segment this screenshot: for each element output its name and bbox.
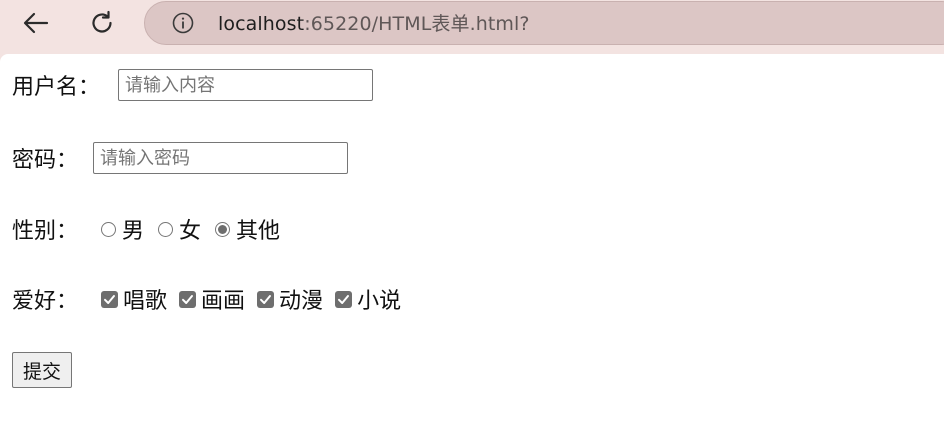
password-row: 密码： [12,142,349,174]
checkmark-icon [338,294,350,304]
hobby-option-label: 画画 [201,289,246,314]
address-bar[interactable]: localhost:65220/HTML表单.html? [144,1,944,45]
radio-female[interactable] [158,221,174,237]
gender-option-female[interactable]: 女 [158,213,201,245]
checkmark-icon [182,294,194,304]
radio-other[interactable] [215,221,231,237]
checkbox-singing[interactable] [101,290,119,308]
url-host: localhost [218,13,305,35]
hobby-label: 爱好： [12,289,79,314]
checkmark-icon [104,294,116,304]
gender-option-label: 男 [122,219,145,244]
hobby-row: 爱好： 唱歌 画画 动漫 小说 [12,283,401,315]
hobby-option-novel[interactable]: 小说 [335,283,401,315]
checkbox-novel[interactable] [335,290,353,308]
hobby-option-label: 小说 [357,289,402,314]
gender-option-label: 其他 [236,219,281,244]
hobby-option-drawing[interactable]: 画画 [179,283,245,315]
radio-male[interactable] [101,221,117,237]
username-input[interactable] [118,69,374,101]
hobby-option-label: 动漫 [279,289,324,314]
checkbox-drawing[interactable] [179,290,197,308]
page-viewport: 用户名： 密码： 性别： 男 女 其他 爱好： 唱歌 [0,54,944,447]
username-label: 用户名： [12,75,101,100]
url-text[interactable]: localhost:65220/HTML表单.html? [218,12,530,36]
gender-option-other[interactable]: 其他 [215,213,280,245]
hobby-option-label: 唱歌 [123,289,168,314]
password-label: 密码： [12,148,79,173]
reload-button[interactable] [83,4,121,42]
back-button[interactable] [17,4,55,42]
password-input[interactable] [93,142,349,174]
arrow-left-icon [23,12,49,34]
submit-button[interactable]: 提交 [12,352,73,388]
refresh-icon [92,10,112,33]
username-row: 用户名： [12,69,374,101]
browser-toolbar: localhost:65220/HTML表单.html? [0,0,944,54]
gender-label: 性别： [12,219,79,244]
url-path: :65220/HTML表单.html? [304,13,530,35]
info-icon[interactable] [172,12,194,34]
hobby-option-singing[interactable]: 唱歌 [101,283,167,315]
gender-row: 性别： 男 女 其他 [12,213,280,245]
gender-option-male[interactable]: 男 [101,213,144,245]
checkbox-anime[interactable] [257,290,275,308]
checkmark-icon [260,294,272,304]
gender-option-label: 女 [179,219,202,244]
hobby-option-anime[interactable]: 动漫 [257,283,323,315]
